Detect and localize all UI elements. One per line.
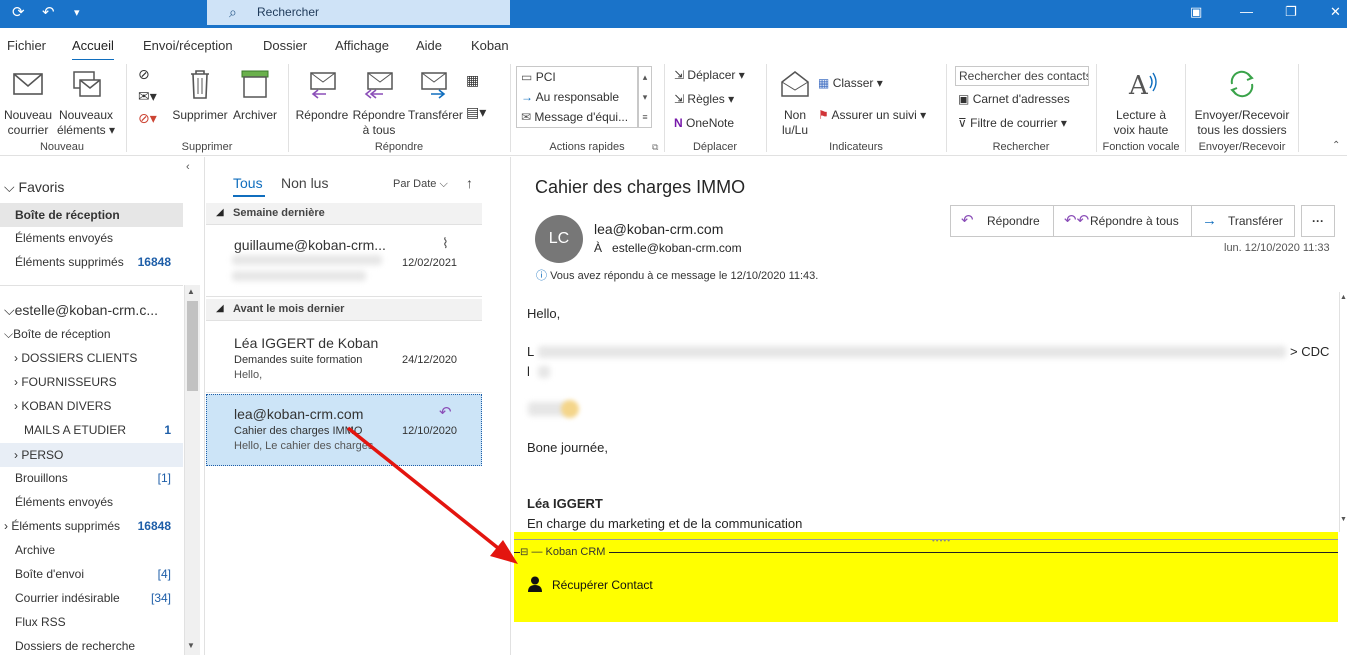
annotation-arrow bbox=[346, 426, 518, 564]
